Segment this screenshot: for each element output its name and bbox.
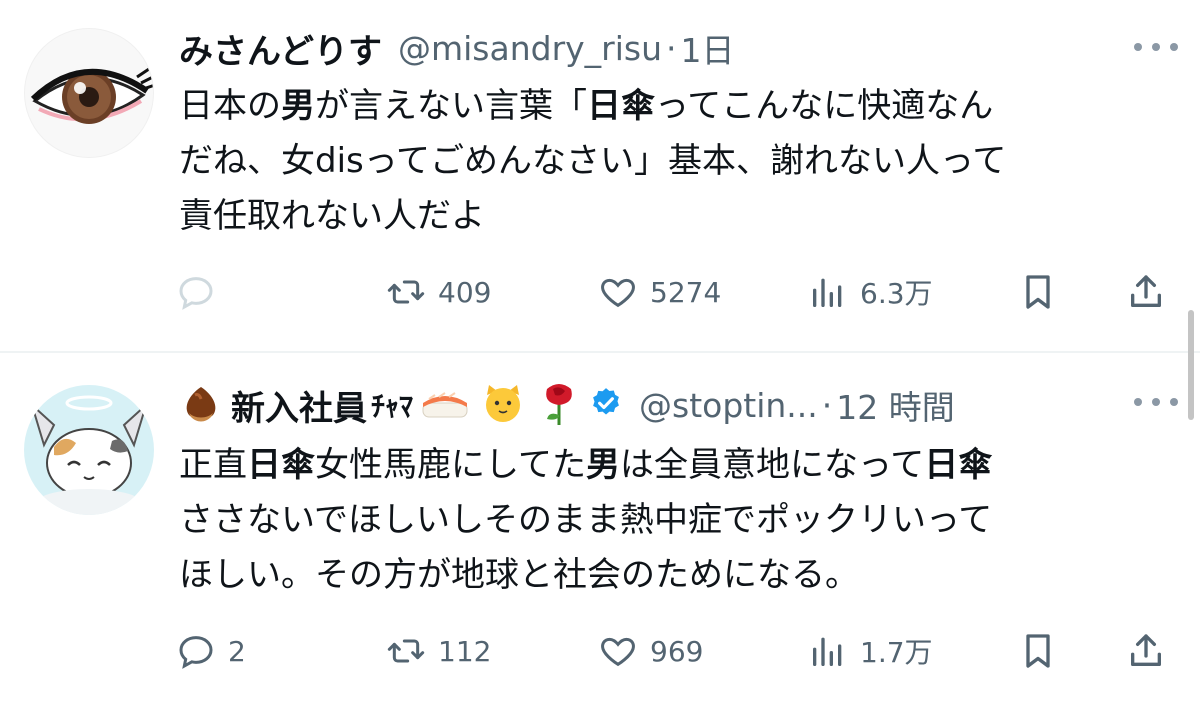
tweet-header: 新入社員 ﾁｬﾏ @stoptin... · 12 時間 [179,379,955,431]
view-count: 6.3万 [860,277,933,310]
timestamp[interactable]: 1日 [681,24,735,72]
bookmark-icon [1026,634,1050,668]
reply-count: 2 [228,634,246,668]
reply-button[interactable] [176,267,228,317]
reply-icon [179,277,213,310]
cat-avatar-image [30,395,148,515]
like-count: 5274 [650,275,722,309]
like-icon [601,278,635,308]
share-icon [1131,275,1161,307]
retweet-count: 112 [438,634,492,668]
display-name[interactable]: みさんどりす [179,24,382,73]
like-button[interactable]: 5274 [598,267,721,317]
share-button[interactable] [1126,267,1166,317]
user-handle[interactable]: @stoptin... [639,386,818,425]
avatar[interactable] [24,28,154,158]
more-icon[interactable] [1134,392,1178,412]
reply-button[interactable]: 2 [176,626,246,676]
avatar[interactable] [24,385,154,515]
retweet-button[interactable]: 112 [386,626,491,676]
chestnut-emoji [179,381,223,429]
display-name[interactable]: 新入社員 [231,381,367,430]
timestamp[interactable]: 12 時間 [836,381,954,429]
separator-dot: · [821,385,833,425]
retweet-count: 409 [438,275,492,309]
views-icon [813,637,842,666]
tweet-text: 日本の男が言えない言葉「日傘ってこんなに快適なん だね、女disってごめんなさい… [179,79,1169,244]
scrollbar[interactable] [1188,310,1194,420]
bookmark-icon [1026,275,1050,309]
bookmark-button[interactable] [1018,267,1058,317]
reply-icon [179,636,213,669]
like-icon [601,637,635,667]
tweet-text: 正直日傘女性馬鹿にしてた男は全員意地になって日傘 ささないでほしいしそのまま熱中… [179,438,1169,603]
share-icon [1131,634,1161,666]
like-count: 969 [650,634,704,668]
share-button[interactable] [1126,626,1166,676]
tweet[interactable]: 新入社員 ﾁｬﾏ @stoptin... · 12 時間 正直日傘女性馬鹿にして… [0,353,1200,705]
bookmark-button[interactable] [1018,626,1058,676]
tweet-text-line: ささないでほしいしそのまま熱中症でポックリいって [179,500,993,540]
tweet-header: みさんどりす @misandry_risu · 1日 [179,22,735,74]
tweet-text-line: 正直日傘女性馬鹿にしてた男は全員意地になって日傘 [179,445,993,485]
tweet-text-line: 責任取れない人だよ [179,196,485,236]
cat-face-emoji [481,381,525,429]
like-button[interactable]: 969 [598,626,703,676]
views-button[interactable]: 1.7万 [808,626,933,676]
rose-emoji [539,379,579,431]
views-icon [813,278,842,307]
verified-badge-icon [589,386,623,424]
separator-dot: · [666,28,677,68]
retweet-icon [387,280,425,304]
retweet-icon [387,639,425,663]
sushi-emoji [419,381,471,429]
tweet-text-line: ほしい。その方が地球と社会のためになる。 [179,555,859,595]
tweet-text-line: だね、女disってごめんなさい」基本、謝れない人って [179,141,1007,181]
view-count: 1.7万 [860,636,933,669]
eye-avatar-image [30,67,153,124]
tweet-text-line: 日本の男が言えない言葉「日傘ってこんなに快適なん [179,86,994,126]
tweet[interactable]: みさんどりす @misandry_risu · 1日 日本の男が言えない言葉「日… [0,0,1200,352]
display-name-suffix[interactable]: ﾁｬﾏ [371,385,413,425]
more-icon[interactable] [1134,37,1178,57]
tweet-actions: 2 112 969 1.7万 [176,626,1176,676]
user-handle[interactable]: @misandry_risu [398,29,662,68]
views-button[interactable]: 6.3万 [808,267,933,317]
retweet-button[interactable]: 409 [386,267,491,317]
tweet-actions: 409 5274 6.3万 [176,267,1176,317]
